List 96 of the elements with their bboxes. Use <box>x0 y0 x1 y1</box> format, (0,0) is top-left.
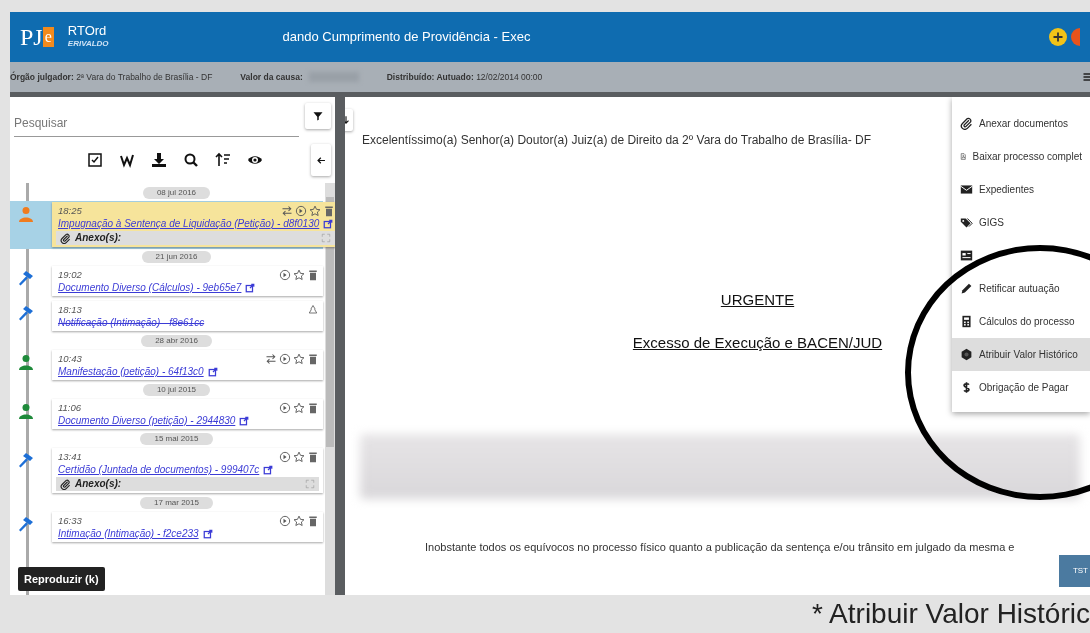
user-name: ERIVALDO <box>67 38 109 50</box>
scrollbar[interactable] <box>325 183 335 595</box>
filter-button[interactable] <box>305 103 331 129</box>
process-title: dando Cumprimento de Providência - Exec <box>282 28 531 47</box>
paperclip-icon <box>60 478 71 490</box>
trash-icon[interactable] <box>307 402 319 414</box>
dollar-icon <box>960 381 973 394</box>
date-label: 08 jul 2016 <box>142 187 211 199</box>
star-icon[interactable] <box>293 269 305 281</box>
external-link-icon <box>263 464 274 475</box>
calculator-icon <box>960 315 973 328</box>
date-label: 10 jul 2015 <box>142 384 211 396</box>
date-label: 28 abr 2016 <box>141 335 212 347</box>
document-subheading: Excesso de Execução e BACEN/JUD <box>632 332 883 353</box>
menu-item[interactable]: Cálculos do processo <box>952 305 1090 338</box>
star-icon[interactable] <box>309 205 322 217</box>
external-link-icon <box>207 366 218 377</box>
trash-icon[interactable] <box>307 451 319 463</box>
event-time: 11:06 <box>58 402 82 414</box>
tags-icon <box>960 216 973 229</box>
trash-icon[interactable] <box>323 205 335 217</box>
attachment-label: Anexo(s): <box>75 477 122 491</box>
menu-item[interactable]: GIGS <box>952 206 1090 239</box>
hexagon-icon <box>960 348 973 361</box>
document-link[interactable]: Notificação (Intimação) - f8e61cc <box>58 316 205 329</box>
add-button[interactable] <box>1049 28 1067 46</box>
star-icon[interactable] <box>293 402 305 414</box>
trash-icon[interactable] <box>307 353 319 365</box>
arrow-left-icon <box>315 154 327 166</box>
event-time: 19:02 <box>58 269 82 281</box>
swap-icon[interactable] <box>265 353 277 365</box>
collapse-button[interactable] <box>311 144 331 176</box>
document-link[interactable]: Impugnação à Sentença de Liquidação (Petição) - d8f0130 <box>58 217 320 230</box>
date-label: 17 mar 2015 <box>140 497 213 509</box>
trash-icon[interactable] <box>307 269 319 281</box>
download-icon[interactable] <box>150 152 167 168</box>
info-label: Distribuído: Autuado: <box>386 71 474 82</box>
date-label: 15 mai 2015 <box>140 433 213 445</box>
corner-badge[interactable]: TST <box>1058 555 1090 587</box>
event-time: 13:41 <box>58 451 82 463</box>
logo-text: PJ <box>20 23 43 52</box>
event-card[interactable]: 10:43 Manifestação (petição) - 64f13c0 <box>52 350 323 380</box>
checkbox-icon[interactable] <box>86 152 103 168</box>
event-card[interactable]: 19:02 Documento Diverso (Cálculos) - 9eb65e7 <box>52 266 323 296</box>
salutation: Excelentíssimo(a) Senhor(a) Doutor(a) Juiz(a) de Direito da 2º Vara do Trabalho de Brasília- DF <box>362 132 873 149</box>
event-time: 18:25 <box>58 205 82 217</box>
tooltip: Reproduzir (k) <box>18 566 105 591</box>
document-link[interactable]: Documento Diverso (petição) - 2944830 <box>58 414 236 427</box>
caption: * Atribuir Valor Históric <box>812 597 1090 631</box>
event-card[interactable]: 16:33 Intimação (Intimação) - f2ce233 <box>52 512 323 542</box>
external-link-icon <box>202 528 213 539</box>
info-value: 2ª Vara do Trabalho de Brasília - DF <box>76 71 213 82</box>
document-link[interactable]: Manifestação (petição) - 64f13c0 <box>58 365 204 378</box>
date-label: 21 jun 2016 <box>141 251 212 263</box>
event-card[interactable]: 18:13 Notificação (Intimação) - f8e61cc <box>52 301 323 331</box>
menu-item[interactable]: Retificar autuação <box>952 272 1090 305</box>
menu-item[interactable]: Baixar processo complet <box>952 140 1090 173</box>
event-time: 10:43 <box>58 353 82 365</box>
menu-item[interactable]: Atribuir Valor Histórico <box>952 338 1090 371</box>
info-label: Órgão julgador: <box>10 71 74 82</box>
process-class: RTOrd <box>67 24 108 38</box>
menu-item[interactable]: Anexar documentos <box>952 107 1090 140</box>
document-link[interactable]: Certidão (Juntada de documentos) - 999407c <box>58 463 260 476</box>
document-link[interactable]: Documento Diverso (Cálculos) - 9eb65e7 <box>58 281 242 294</box>
search-icon[interactable] <box>182 152 199 168</box>
event-card[interactable]: 11:06 Documento Diverso (petição) - 2944830 <box>52 399 323 429</box>
attachment-label: Anexo(s): <box>75 231 122 245</box>
id-card-icon <box>960 249 973 262</box>
sort-icon[interactable] <box>214 152 231 168</box>
event-card[interactable]: 13:41 Certidão (Juntada de documentos) - 999407c Anexo(s): <box>52 448 323 493</box>
logo-mark: e <box>42 27 54 47</box>
document-heading: URGENTE <box>720 290 795 310</box>
paperclip-icon <box>960 117 973 130</box>
event-card[interactable]: 18:25 Impugnação à Sentença de Liquidação (Petição) - d8f0130 Anexo(s): <box>52 202 335 247</box>
envelope-icon <box>960 183 973 196</box>
external-link-icon <box>323 218 334 229</box>
pdf-file-icon <box>960 150 967 163</box>
swap-icon[interactable] <box>281 205 294 217</box>
event-time: 18:13 <box>58 304 82 316</box>
trash-icon[interactable] <box>307 515 319 527</box>
pencil-icon <box>960 282 973 295</box>
menu-item[interactable]: Expedientes <box>952 173 1090 206</box>
star-icon[interactable] <box>293 451 305 463</box>
signature-icon[interactable] <box>118 152 135 168</box>
star-icon[interactable] <box>293 353 305 365</box>
paperclip-icon <box>60 232 71 244</box>
external-link-icon <box>245 282 256 293</box>
filter-icon <box>312 110 324 122</box>
info-label: Valor da causa: <box>240 71 303 82</box>
star-icon[interactable] <box>293 515 305 527</box>
document-link[interactable]: Intimação (Intimação) - f2ce233 <box>58 527 199 540</box>
info-value: 12/02/2014 00:00 <box>476 71 543 82</box>
body-text: Inobstante todos os equívocos no processo físico quanto a publicação da sentença e/ou trânsito em julgado da mesma e <box>425 540 1016 555</box>
event-time: 16:33 <box>58 515 82 527</box>
external-link-icon <box>239 415 250 426</box>
menu-item[interactable]: Obrigação de Pagar <box>952 371 1090 404</box>
